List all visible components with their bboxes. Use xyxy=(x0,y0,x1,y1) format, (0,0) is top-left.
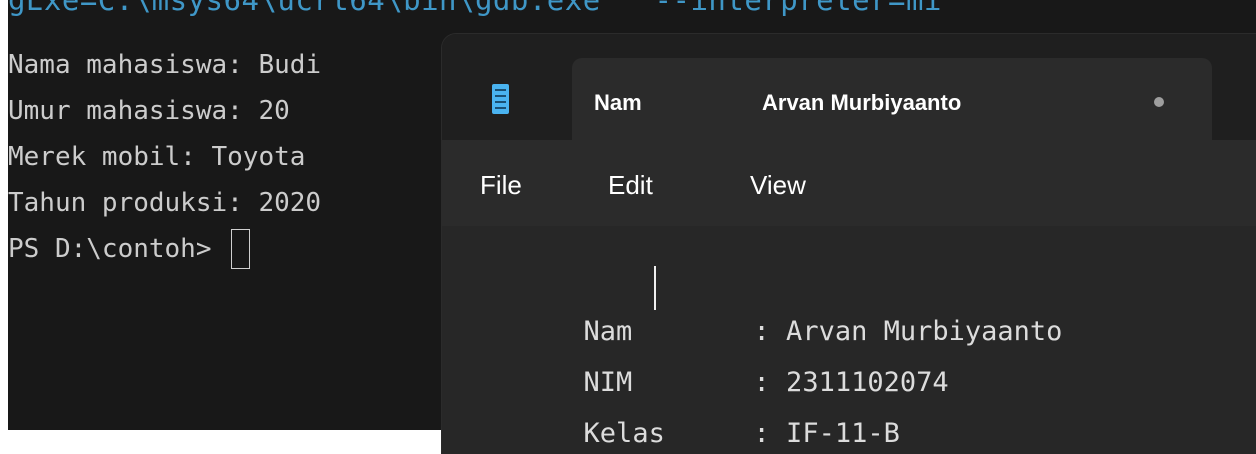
terminal-line: Umur mahasiswa: 20 xyxy=(8,96,290,126)
menu-edit[interactable]: Edit xyxy=(608,170,653,201)
notepad-window[interactable]: Nam Arvan Murbiyaanto File Edit View Nam… xyxy=(442,34,1256,454)
editor-line-label: Kelas xyxy=(583,418,665,449)
terminal-cursor xyxy=(231,229,251,269)
tab-nam[interactable]: Nam xyxy=(594,90,642,116)
terminal-output: Nama mahasiswa: Budi Umur mahasiswa: 20 … xyxy=(8,42,321,272)
unsaved-dot-icon xyxy=(1154,97,1164,107)
editor-line: NIM: 2311102074 xyxy=(486,317,949,398)
terminal-line: Merek mobil: Toyota xyxy=(8,142,306,172)
text-editor[interactable]: Nam: Arvan Murbiyaanto NIM: 2311102074 K… xyxy=(442,226,1256,454)
menu-view[interactable]: View xyxy=(750,170,806,201)
menu-bar: File Edit View xyxy=(442,140,1256,226)
terminal-line: Tahun produksi: 2020 xyxy=(8,188,322,218)
terminal-cut-off-line: gExe=C:\msys64\ucrt64\bin\gdb.exe --inte… xyxy=(8,0,942,17)
editor-line: Nam: Arvan Murbiyaanto xyxy=(486,266,1063,347)
editor-line: Kelas : IF-11-B xyxy=(486,368,900,449)
terminal-prompt-row[interactable]: PS D:\contoh> xyxy=(8,226,321,272)
terminal-line: Nama mahasiswa: Budi xyxy=(8,50,322,80)
notepad-app-icon xyxy=(492,84,509,114)
terminal-prompt: PS D:\contoh> xyxy=(8,234,228,264)
editor-line-value: : IF-11-B xyxy=(753,418,900,449)
notepad-titlebar[interactable]: Nam Arvan Murbiyaanto xyxy=(442,34,1256,140)
menu-file[interactable]: File xyxy=(480,170,522,201)
tab-arvan-murbiyaanto[interactable]: Arvan Murbiyaanto xyxy=(762,90,961,116)
